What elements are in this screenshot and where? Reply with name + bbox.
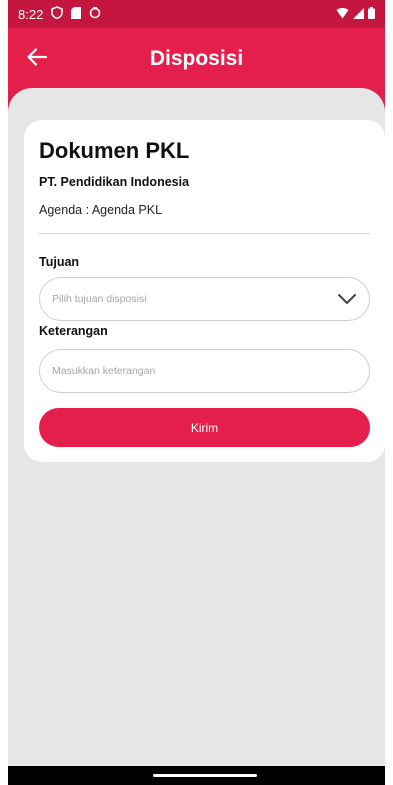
keterangan-input[interactable] [39,349,370,393]
battery-icon [368,6,375,22]
shield-icon [51,6,64,22]
status-bar: 8:22 [8,0,385,28]
document-card: Dokumen PKL PT. Pendidikan Indonesia Age… [24,120,385,462]
signal-icon [353,7,364,22]
tujuan-select-placeholder: Pilih tujuan disposisi [52,293,147,305]
divider [39,233,370,234]
sync-icon [89,6,101,22]
tujuan-label: Tujuan [39,255,80,269]
navigation-bar [8,766,385,785]
document-company: PT. Pendidikan Indonesia [39,175,190,189]
submit-button[interactable]: Kirim [39,408,370,447]
sim-card-icon [71,6,82,22]
home-indicator[interactable] [153,774,257,777]
document-agenda: Agenda : Agenda PKL [39,203,163,217]
keterangan-label: Keterangan [39,324,108,338]
wifi-icon [336,7,349,22]
status-right [336,6,375,22]
tujuan-select[interactable]: Pilih tujuan disposisi [39,277,370,321]
screen: 8:22 Disposisi Dokumen PKL PT. Pendidika… [8,0,385,785]
status-time: 8:22 [18,6,44,22]
status-left: 8:22 [18,6,101,22]
document-title: Dokumen PKL [39,138,190,163]
page-title: Disposisi [149,47,244,70]
chevron-down-icon [337,293,357,305]
